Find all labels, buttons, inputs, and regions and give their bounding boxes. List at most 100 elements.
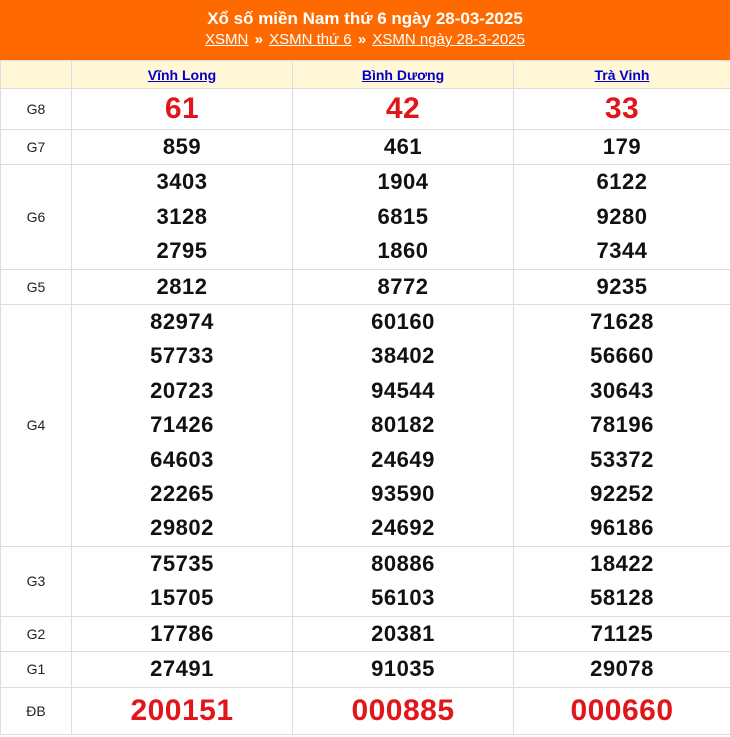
- result-number: 6122: [596, 169, 648, 195]
- result-number: 27491: [150, 656, 214, 682]
- prize-row-special: ĐB 200151 000885 000660: [0, 686, 730, 735]
- province-link-binh-duong[interactable]: Bình Dương: [362, 67, 444, 83]
- result-number: 9280: [596, 203, 648, 229]
- special-prize-number: 000885: [351, 693, 455, 727]
- result-number: 60160: [371, 309, 435, 335]
- result-number: 80182: [371, 412, 435, 438]
- result-number: 42: [385, 92, 421, 125]
- result-cell: 33: [513, 88, 730, 130]
- prize-label: G2: [0, 615, 72, 653]
- breadcrumb-separator: »: [357, 31, 367, 48]
- prize-label: ĐB: [0, 686, 72, 735]
- province-header: Bình Dương: [292, 60, 514, 89]
- result-number: 8772: [377, 273, 429, 299]
- prize-row-g3: G3 75735 15705 80886 56103 18422 58128: [0, 545, 730, 617]
- result-cell: 6122 9280 7344: [513, 164, 730, 270]
- result-number: 6815: [377, 203, 429, 229]
- result-number: 24649: [371, 446, 435, 472]
- result-number: 91035: [371, 656, 435, 682]
- result-cell: 42: [292, 88, 514, 130]
- result-cell: 60160 38402 94544 80182 24649 93590 24692: [292, 304, 514, 547]
- prize-row-g7: G7 859 461 179: [0, 128, 730, 166]
- result-cell: 17786: [71, 615, 293, 653]
- result-number: 1860: [377, 238, 429, 264]
- prize-label: G4: [0, 304, 72, 547]
- province-header-row: Vĩnh Long Bình Dương Trà Vinh: [0, 60, 730, 89]
- special-prize-number: 000660: [570, 693, 674, 727]
- result-number: 29802: [150, 515, 214, 541]
- result-cell: 000660: [513, 686, 730, 735]
- result-cell: 461: [292, 128, 514, 166]
- result-number: 9235: [596, 273, 648, 299]
- result-number: 20723: [150, 377, 214, 403]
- province-link-vinh-long[interactable]: Vĩnh Long: [148, 67, 216, 83]
- result-cell: 29078: [513, 651, 730, 688]
- result-number: 78196: [590, 412, 654, 438]
- result-cell: 20381: [292, 615, 514, 653]
- breadcrumb-xsmn-link[interactable]: XSMN: [205, 31, 248, 48]
- result-cell: 859: [71, 128, 293, 166]
- result-number: 58128: [590, 585, 654, 611]
- result-cell: 000885: [292, 686, 514, 735]
- prize-row-g4: G4 82974 57733 20723 71426 64603 22265 29802 601…: [0, 304, 730, 547]
- result-cell: 2812: [71, 268, 293, 306]
- result-number: 56103: [371, 585, 435, 611]
- result-number: 18422: [590, 550, 654, 576]
- result-number: 3403: [156, 169, 208, 195]
- result-number: 2812: [156, 273, 208, 299]
- result-number: 92252: [590, 481, 654, 507]
- result-number: 71628: [590, 309, 654, 335]
- result-cell: 3403 3128 2795: [71, 164, 293, 270]
- result-number: 2795: [156, 238, 208, 264]
- result-number: 7344: [596, 238, 648, 264]
- result-number: 57733: [150, 343, 214, 369]
- result-number: 24692: [371, 515, 435, 541]
- result-cell: 179: [513, 128, 730, 166]
- result-number: 64603: [150, 446, 214, 472]
- result-number: 71125: [590, 620, 654, 646]
- prize-label: G3: [0, 545, 72, 617]
- prize-label: G7: [0, 128, 72, 166]
- breadcrumb-separator: »: [254, 31, 263, 48]
- result-number: 96186: [590, 515, 654, 541]
- result-number: 15705: [150, 585, 214, 611]
- result-cell: 27491: [71, 651, 293, 688]
- prize-row-g5: G5 2812 8772 9235: [0, 268, 730, 306]
- breadcrumb-xsmn-date-link[interactable]: XSMN ngày 28-3-2025: [372, 31, 525, 48]
- result-cell: 71125: [513, 615, 730, 653]
- page-title: Xổ số miền Nam thứ 6 ngày 28-03-2025: [207, 9, 523, 28]
- province-header: Vĩnh Long: [71, 60, 293, 89]
- result-number: 61: [164, 92, 200, 125]
- result-number: 82974: [150, 309, 214, 335]
- prize-label: G1: [0, 651, 72, 688]
- result-number: 20381: [371, 620, 435, 646]
- province-link-tra-vinh[interactable]: Trà Vinh: [595, 67, 650, 83]
- results-header: Xổ số miền Nam thứ 6 ngày 28-03-2025 XSM…: [0, 0, 730, 60]
- prize-row-g1: G1 27491 91035 29078: [0, 651, 730, 688]
- prize-row-g8: G8 61 42 33: [0, 88, 730, 130]
- prize-rows: G8 61 42 33 G7 859 461 179 G6 3403 3128 2795 1904 681…: [0, 88, 730, 735]
- result-number: 1904: [377, 169, 429, 195]
- special-prize-number: 200151: [130, 693, 234, 727]
- results-table: Vĩnh Long Bình Dương Trà Vinh G8 61 42 33 G7…: [0, 60, 730, 735]
- result-number: 56660: [590, 343, 654, 369]
- prize-label: G6: [0, 164, 72, 270]
- results-container: Xổ số miền Nam thứ 6 ngày 28-03-2025 XSM…: [0, 0, 730, 735]
- prize-label: G8: [0, 88, 72, 130]
- breadcrumb-xsmn-weekday-link[interactable]: XSMN thứ 6: [269, 31, 352, 48]
- result-cell: 9235: [513, 268, 730, 306]
- result-cell: 91035: [292, 651, 514, 688]
- prize-row-g2: G2 17786 20381 71125: [0, 615, 730, 653]
- result-cell: 1904 6815 1860: [292, 164, 514, 270]
- result-cell: 82974 57733 20723 71426 64603 22265 29802: [71, 304, 293, 547]
- result-number: 859: [162, 134, 202, 159]
- result-number: 75735: [150, 550, 214, 576]
- result-number: 179: [602, 134, 642, 159]
- result-cell: 18422 58128: [513, 545, 730, 617]
- result-cell: 8772: [292, 268, 514, 306]
- result-number: 3128: [156, 203, 208, 229]
- result-number: 80886: [371, 550, 435, 576]
- result-number: 29078: [590, 656, 654, 682]
- result-number: 22265: [150, 481, 214, 507]
- result-cell: 71628 56660 30643 78196 53372 92252 96186: [513, 304, 730, 547]
